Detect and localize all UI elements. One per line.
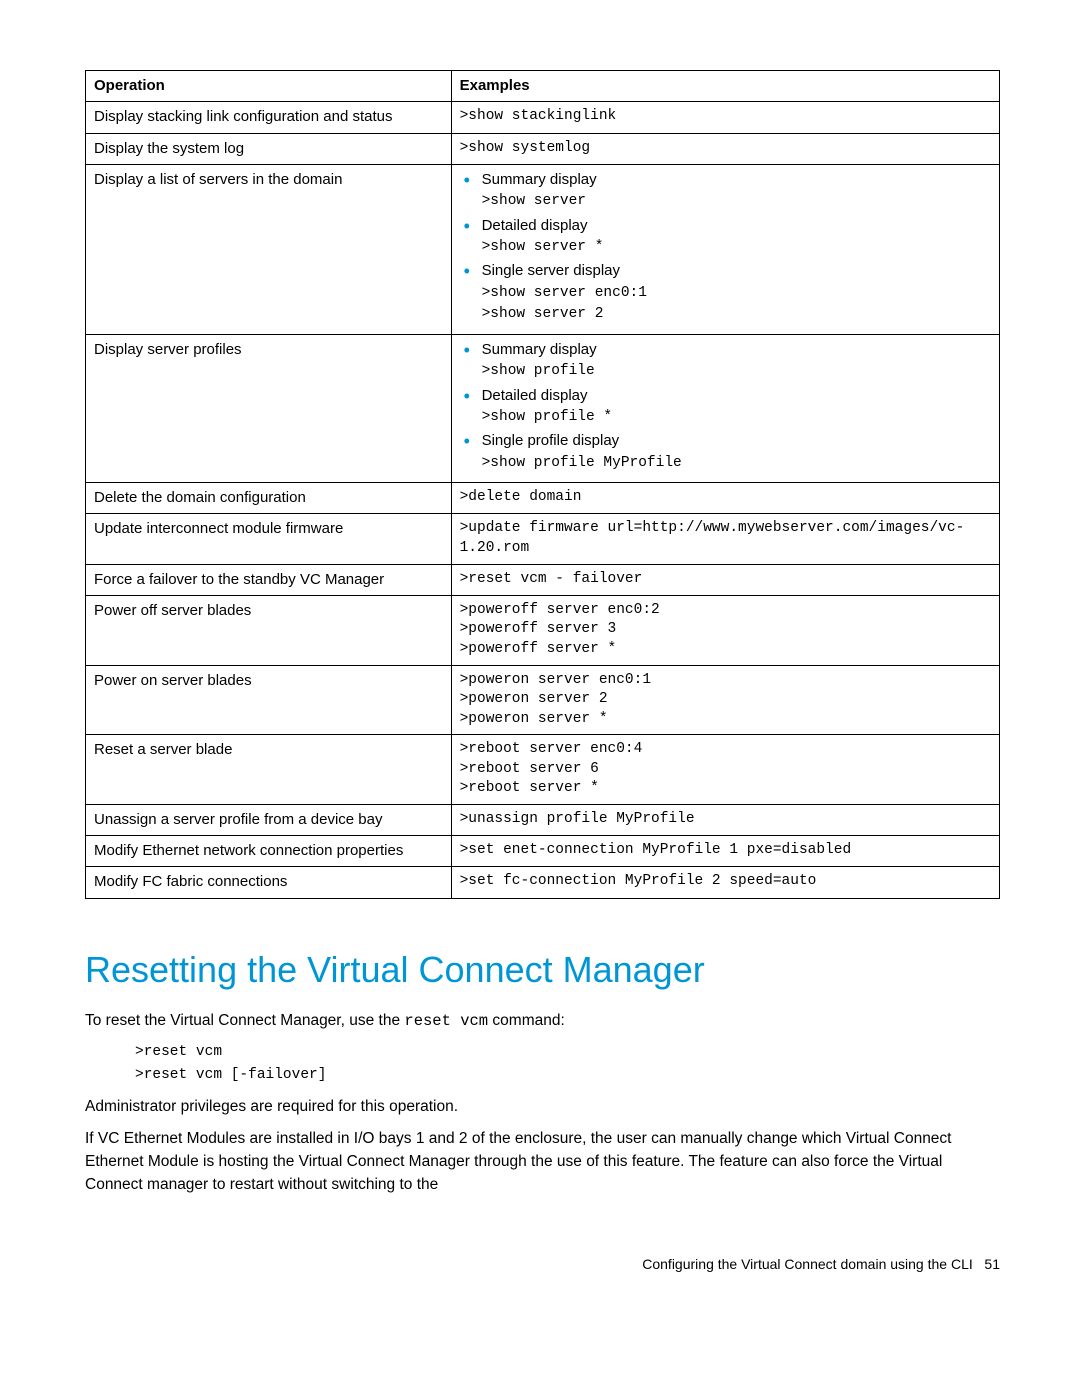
- code-line: >show profile: [482, 362, 991, 382]
- code-line: >reset vcm: [135, 1041, 1000, 1064]
- code-line: >set fc-connection MyProfile 2 speed=aut…: [460, 872, 991, 892]
- header-operation: Operation: [86, 71, 452, 102]
- table-row: Update interconnect module firmware>upda…: [86, 514, 1000, 564]
- reset-code-block: >reset vcm >reset vcm [-failover]: [135, 1041, 1000, 1087]
- examples-cell: >set fc-connection MyProfile 2 speed=aut…: [451, 867, 999, 898]
- code-line: >show systemlog: [460, 139, 991, 159]
- bullet-item: Summary display >show profile: [460, 340, 991, 382]
- code-line: >poweron server *: [460, 710, 991, 730]
- code-line: >update firmware url=http://www.mywebser…: [460, 519, 991, 558]
- code-line: >poweron server 2: [460, 690, 991, 710]
- table-row: Display stacking link configuration and …: [86, 102, 1000, 133]
- operation-cell: Modify FC fabric connections: [86, 867, 452, 898]
- operation-cell: Modify Ethernet network connection prope…: [86, 836, 452, 867]
- table-row: Modify Ethernet network connection prope…: [86, 836, 1000, 867]
- examples-cell: >update firmware url=http://www.mywebser…: [451, 514, 999, 564]
- examples-cell: >show systemlog: [451, 133, 999, 164]
- operation-cell: Unassign a server profile from a device …: [86, 804, 452, 835]
- page-footer: Configuring the Virtual Connect domain u…: [85, 1256, 1000, 1272]
- operation-cell: Reset a server blade: [86, 735, 452, 805]
- examples-cell: >unassign profile MyProfile: [451, 804, 999, 835]
- examples-cell: >set enet-connection MyProfile 1 pxe=dis…: [451, 836, 999, 867]
- code-line: >set enet-connection MyProfile 1 pxe=dis…: [460, 841, 991, 861]
- bullet-item: Detailed display >show profile *: [460, 386, 991, 428]
- examples-cell: >delete domain: [451, 483, 999, 514]
- examples-cell: Summary display >show profile Detailed dis…: [451, 334, 999, 482]
- bullet-item: Single profile display >show profile MyPr…: [460, 431, 991, 473]
- code-line: >delete domain: [460, 488, 991, 508]
- code-line: >show server enc0:1: [482, 284, 991, 304]
- section-heading: Resetting the Virtual Connect Manager: [85, 949, 1000, 991]
- operation-cell: Power off server blades: [86, 595, 452, 665]
- examples-cell: >poweron server enc0:1>poweron server 2>…: [451, 665, 999, 735]
- header-examples: Examples: [451, 71, 999, 102]
- bullet-label: Summary display: [482, 341, 597, 358]
- examples-cell: >reset vcm - failover: [451, 564, 999, 595]
- code-line: >show server: [482, 192, 991, 212]
- code-line: >show profile *: [482, 408, 991, 428]
- code-line: >unassign profile MyProfile: [460, 810, 991, 830]
- code-line: >reset vcm [-failover]: [135, 1064, 1000, 1087]
- code-line: >poweron server enc0:1: [460, 671, 991, 691]
- bullet-label: Summary display: [482, 171, 597, 188]
- code-line: >reboot server *: [460, 779, 991, 799]
- table-row: Display server profiles Summary display >s…: [86, 334, 1000, 482]
- bullet-label: Single server display: [482, 262, 620, 279]
- intro-text-b: command:: [488, 1012, 565, 1029]
- bullet-item: Detailed display >show server *: [460, 216, 991, 258]
- code-line: >poweroff server 3: [460, 620, 991, 640]
- examples-cell: >poweroff server enc0:2>poweroff server …: [451, 595, 999, 665]
- operation-cell: Force a failover to the standby VC Manag…: [86, 564, 452, 595]
- code-line: >reboot server 6: [460, 760, 991, 780]
- table-row: Power on server blades>poweron server en…: [86, 665, 1000, 735]
- table-row: Display a list of servers in the domainS…: [86, 164, 1000, 334]
- code-line: >show profile MyProfile: [482, 454, 991, 474]
- table-row: Unassign a server profile from a device …: [86, 804, 1000, 835]
- operation-cell: Display the system log: [86, 133, 452, 164]
- footer-text: Configuring the Virtual Connect domain u…: [642, 1256, 973, 1272]
- intro-text-a: To reset the Virtual Connect Manager, us…: [85, 1012, 404, 1029]
- code-line: >reboot server enc0:4: [460, 740, 991, 760]
- bullet-label: Detailed display: [482, 217, 588, 234]
- intro-command: reset vcm: [404, 1012, 488, 1030]
- code-line: >show server 2: [482, 305, 991, 325]
- operations-table: Operation Examples Display stacking link…: [85, 70, 1000, 899]
- examples-cell: >show stackinglink: [451, 102, 999, 133]
- code-line: >poweroff server enc0:2: [460, 601, 991, 621]
- table-row: Delete the domain configuration >delete d…: [86, 483, 1000, 514]
- bullet-label: Detailed display: [482, 387, 588, 404]
- code-line: >poweroff server *: [460, 640, 991, 660]
- privileges-paragraph: Administrator privileges are required fo…: [85, 1095, 1000, 1118]
- operation-cell: Delete the domain configuration: [86, 483, 452, 514]
- operation-cell: Display server profiles: [86, 334, 452, 482]
- bullet-item: Summary display >show server: [460, 170, 991, 212]
- table-row: Power off server blades>poweroff server …: [86, 595, 1000, 665]
- operation-cell: Update interconnect module firmware: [86, 514, 452, 564]
- table-row: Force a failover to the standby VC Manag…: [86, 564, 1000, 595]
- description-paragraph: If VC Ethernet Modules are installed in …: [85, 1127, 1000, 1197]
- operation-cell: Power on server blades: [86, 665, 452, 735]
- operation-cell: Display a list of servers in the domain: [86, 164, 452, 334]
- operation-cell: Display stacking link configuration and …: [86, 102, 452, 133]
- code-line: >show server *: [482, 238, 991, 258]
- code-line: >show stackinglink: [460, 107, 991, 127]
- table-row: Display the system log >show systemlog: [86, 133, 1000, 164]
- bullet-label: Single profile display: [482, 432, 620, 449]
- code-line: >reset vcm - failover: [460, 570, 991, 590]
- examples-cell: >reboot server enc0:4>reboot server 6>re…: [451, 735, 999, 805]
- bullet-item: Single server display >show server enc0:1…: [460, 261, 991, 324]
- intro-paragraph: To reset the Virtual Connect Manager, us…: [85, 1009, 1000, 1033]
- table-row: Reset a server blade>reboot server enc0:…: [86, 735, 1000, 805]
- examples-cell: Summary display >show server Detailed disp…: [451, 164, 999, 334]
- footer-page-number: 51: [984, 1256, 1000, 1272]
- table-row: Modify FC fabric connections >set fc-conn…: [86, 867, 1000, 898]
